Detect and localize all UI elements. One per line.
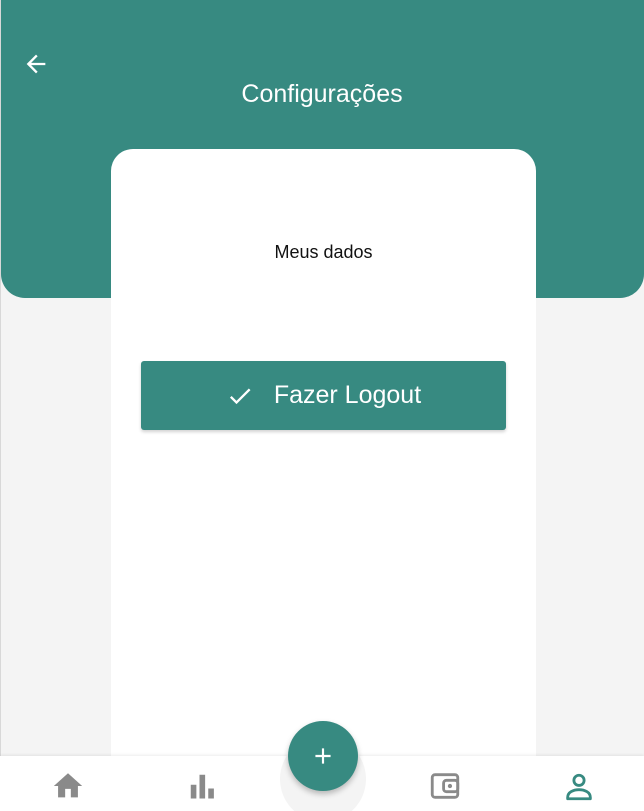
my-data-link[interactable]: Meus dados [111,239,536,265]
add-icon [315,748,331,764]
settings-screen: Configurações Meus dados Fazer Logout [0,0,644,811]
home-icon [53,773,83,798]
nav-item-wallet[interactable] [425,766,465,806]
logout-button-label: Fazer Logout [273,381,422,409]
logout-button[interactable]: Fazer Logout [141,361,506,430]
nav-item-statistics[interactable] [182,766,222,806]
wallet-icon [430,773,460,799]
nav-item-profile[interactable] [559,766,599,806]
nav-item-home[interactable] [48,766,88,806]
page-title: Configurações [241,80,403,108]
back-button[interactable] [20,48,52,80]
settings-card: Meus dados Fazer Logout [111,149,536,811]
add-transaction-button[interactable] [288,721,358,791]
person-icon [566,773,592,801]
check-icon [226,382,254,410]
bar-chart-icon [190,774,214,799]
arrow-left-icon [26,54,46,74]
